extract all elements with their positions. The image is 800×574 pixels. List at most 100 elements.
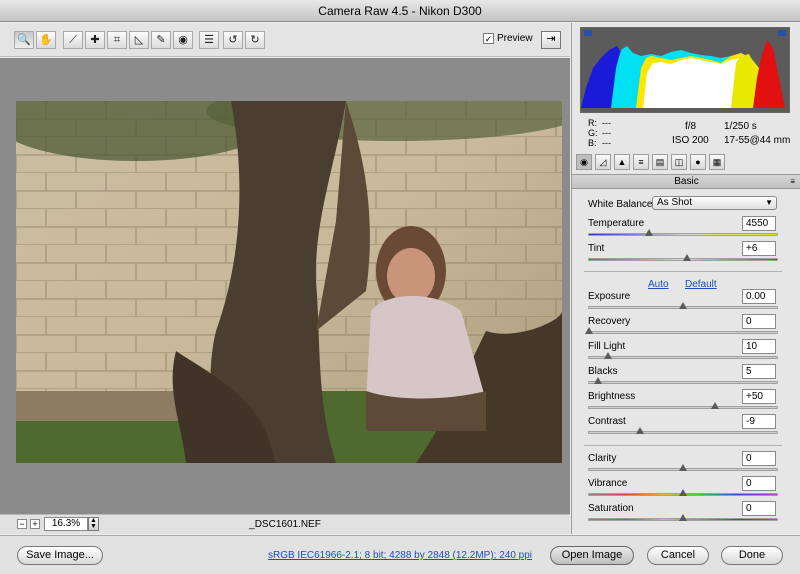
auto-link[interactable]: Auto [648,279,669,290]
preferences-icon[interactable]: ☰ [199,31,219,49]
saturation-value-field[interactable]: 0 [742,501,776,516]
saturation-slider-thumb[interactable] [679,514,687,522]
tint-value-field[interactable]: +6 [742,241,776,256]
tint-slider-thumb[interactable] [682,254,691,262]
tab-split-toning-icon[interactable]: ▤ [652,154,668,170]
preview-label: Preview [497,33,533,44]
color-sampler-icon[interactable]: ✚ [85,31,105,49]
open-image-button[interactable]: Open Image [550,546,634,565]
r-value: --- [602,118,611,128]
exposure-slider-thumb[interactable] [679,302,687,310]
saturation-label: Saturation [588,503,634,514]
tint-label: Tint [588,243,605,254]
blacks-label: Blacks [588,366,618,377]
lens-info: 17-55@44 mm [724,135,791,146]
footer-bar: Save Image... sRGB IEC61966-2.1; 8 bit; … [0,535,800,574]
shadow-clipping-icon[interactable] [584,30,592,36]
temperature-value-field[interactable]: 4550 [742,216,776,231]
recovery-value-field[interactable]: 0 [742,314,776,329]
crop-icon[interactable]: ⌗ [107,31,127,49]
brightness-slider-thumb[interactable] [710,402,719,410]
hand-tool-icon[interactable]: ✋ [36,31,56,49]
red-eye-icon[interactable]: ◉ [173,31,193,49]
white-balance-eyedropper-icon[interactable]: ⟋ [63,31,83,49]
contrast-label: Contrast [588,416,626,427]
workflow-options-link[interactable]: sRGB IEC61966-2.1; 8 bit; 4288 by 2848 (… [190,550,610,561]
saturation-slider[interactable] [588,514,778,521]
tab-basic-icon[interactable]: ◉ [576,154,592,170]
save-image-button[interactable]: Save Image... [17,546,103,565]
brightness-label: Brightness [588,391,636,402]
white-balance-value: As Shot [657,197,693,208]
highlight-clipping-icon[interactable] [778,30,786,36]
default-link[interactable]: Default [685,279,717,290]
vibrance-slider[interactable] [588,489,778,496]
white-balance-select[interactable]: As Shot ▼ [652,196,777,210]
retouch-icon[interactable]: ✎ [151,31,171,49]
tab-camera-calibration-icon[interactable]: ● [690,154,706,170]
status-bar: − + 16.3% ▲ ▼ _DSC1601.NEF [0,514,570,534]
clarity-slider[interactable] [588,464,778,471]
fill-light-label: Fill Light [588,341,626,352]
vibrance-slider-thumb[interactable] [679,489,687,497]
divider [584,445,782,446]
clarity-label: Clarity [588,453,617,464]
temperature-slider[interactable] [588,229,778,236]
fill-light-value-field[interactable]: 10 [742,339,776,354]
window-title: Camera Raw 4.5 - Nikon D300 [0,0,800,22]
fill-light-slider-thumb[interactable] [603,352,612,360]
panel-title: Basic [674,176,699,187]
histogram-graph [581,40,785,108]
photo-preview[interactable] [16,101,562,463]
panel-menu-icon[interactable]: ≡ [790,175,795,189]
tab-detail-icon[interactable]: ▲ [614,154,630,170]
toolbar: 🔍 ✋ ⟋ ✚ ⌗ ◺ ✎ ◉ ☰ ↺ ↻ ✓ Preview ⇥ [0,23,570,57]
preview-toggle[interactable]: ✓ Preview [483,33,533,44]
blacks-slider[interactable] [588,377,778,384]
zoom-tool-icon[interactable]: 🔍 [14,31,34,49]
exposure-value-field[interactable]: 0.00 [742,289,776,304]
contrast-value-field[interactable]: -9 [742,414,776,429]
image-canvas[interactable] [0,58,570,514]
brightness-value-field[interactable]: +50 [742,389,776,404]
g-label: G: [588,128,598,138]
vibrance-value-field[interactable]: 0 [742,476,776,491]
g-value: --- [602,128,611,138]
shutter-speed: 1/250 s [724,121,757,132]
done-button[interactable]: Done [721,546,783,565]
b-label: B: [588,138,597,148]
contrast-slider[interactable] [588,427,778,434]
blacks-value-field[interactable]: 5 [742,364,776,379]
iso: ISO 200 [672,135,709,146]
vibrance-label: Vibrance [588,478,628,489]
straighten-icon[interactable]: ◺ [129,31,149,49]
recovery-slider[interactable] [585,327,778,334]
rotate-right-icon[interactable]: ↻ [245,31,265,49]
white-balance-label: White Balance: [588,199,656,210]
preview-checkbox[interactable]: ✓ [483,33,494,44]
recovery-slider-thumb[interactable] [585,327,593,335]
exposure-slider[interactable] [588,302,778,309]
adjustments-panel: R: --- G: --- B: --- f/8 1/250 s ISO 200… [571,23,800,534]
clarity-value-field[interactable]: 0 [742,451,776,466]
tab-lens-corrections-icon[interactable]: ◫ [671,154,687,170]
cancel-button[interactable]: Cancel [647,546,709,565]
r-label: R: [588,118,597,128]
tab-tone-curve-icon[interactable]: ◿ [595,154,611,170]
tint-slider[interactable] [588,254,778,261]
fill-light-slider[interactable] [588,352,778,359]
tab-hsl-icon[interactable]: ≡ [633,154,649,170]
filename-label: _DSC1601.NEF [249,519,321,530]
pixel-readout: R: --- G: --- B: --- f/8 1/250 s ISO 200… [572,115,800,151]
photo-image [16,101,562,463]
brightness-slider[interactable] [588,402,778,409]
divider [584,271,782,272]
fullscreen-toggle-icon[interactable]: ⇥ [541,31,561,49]
panel-tabs: ◉ ◿ ▲ ≡ ▤ ◫ ● ▦ [576,154,800,172]
blacks-slider-thumb[interactable] [594,377,603,385]
contrast-slider-thumb[interactable] [635,427,644,435]
clarity-slider-thumb[interactable] [679,464,687,472]
tab-presets-icon[interactable]: ▦ [709,154,725,170]
temperature-slider-thumb[interactable] [645,229,654,237]
rotate-left-icon[interactable]: ↺ [223,31,243,49]
